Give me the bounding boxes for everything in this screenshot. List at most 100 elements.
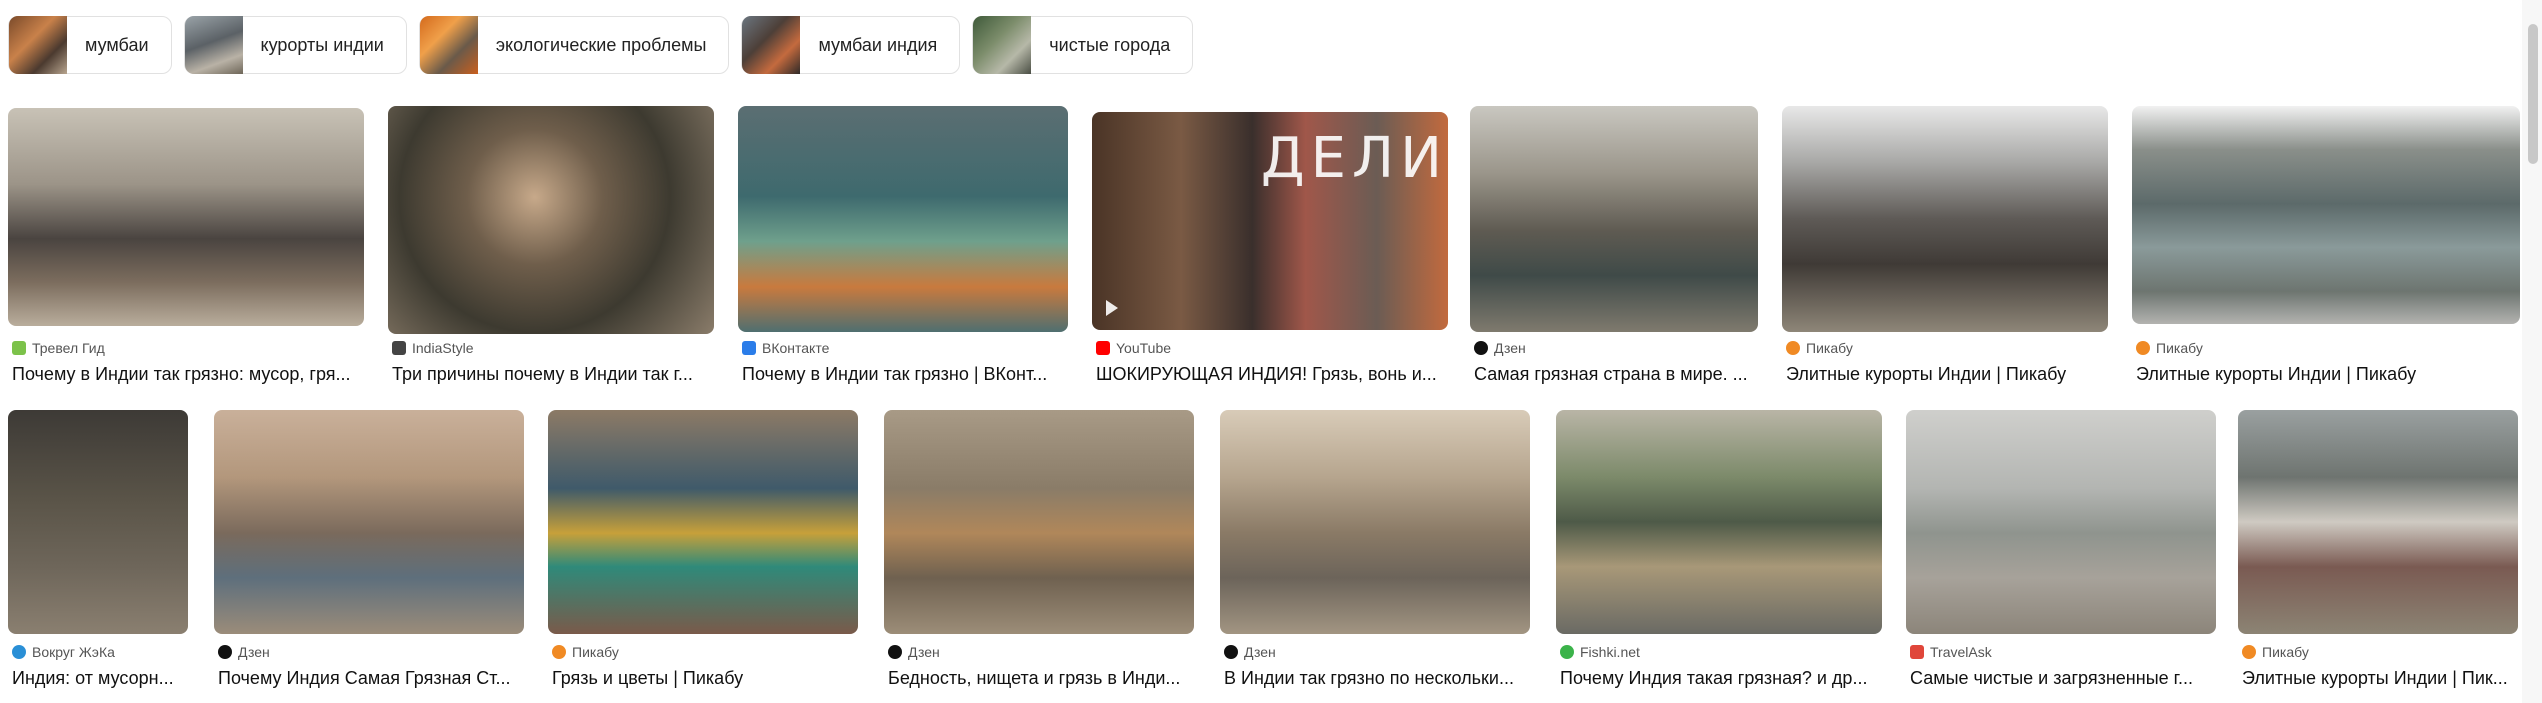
result-image [8,410,188,634]
result-source: Дзен [888,644,940,660]
result-source: Пикабу [2136,340,2203,356]
result-title[interactable]: Грязь и цветы | Пикабу [552,668,858,689]
result-image [2132,106,2520,324]
result-image [2238,410,2518,634]
image-result[interactable]: Пикабу Элитные курорты Индии | Пик... [2238,410,2518,694]
result-image [548,410,858,634]
result-image [8,108,364,326]
result-title[interactable]: В Индии так грязно по нескольки... [1224,668,1530,689]
site-favicon-icon [12,645,26,659]
source-name: Пикабу [2262,644,2309,660]
result-source: Дзен [1224,644,1276,660]
image-result[interactable]: Дзен Самая грязная страна в мире. ... [1470,106,1758,388]
site-favicon-icon [2242,645,2256,659]
chip-label: мумбаи [85,34,149,55]
site-favicon-icon [2136,341,2150,355]
result-source: Вокруг ЖэКа [12,644,115,660]
image-result[interactable]: Fishki.net Почему Индия такая грязная? и… [1556,410,1882,694]
chip-label: экологические проблемы [495,34,707,55]
source-name: IndiaStyle [412,340,474,356]
play-icon [1106,300,1118,316]
image-result[interactable]: TravelAsk Самые чистые и загрязненные г.… [1906,410,2216,694]
result-title[interactable]: Почему в Индии так грязно: мусор, гря... [12,364,364,385]
source-name: Дзен [238,644,270,660]
result-source: Дзен [218,644,270,660]
chip-clean-cities[interactable]: чистые города [972,16,1194,74]
result-title[interactable]: Индия: от мусорн... [12,668,188,689]
result-source: Fishki.net [1560,644,1640,660]
source-name: Пикабу [572,644,619,660]
image-result[interactable]: IndiaStyle Три причины почему в Индии та… [388,106,714,388]
source-name: Дзен [1494,340,1526,356]
scrollbar[interactable] [2522,0,2542,703]
chip-label: курорты индии [260,34,384,55]
site-favicon-icon [1224,645,1238,659]
image-result[interactable]: Дзен В Индии так грязно по нескольки... [1220,410,1530,694]
source-name: Тревел Гид [32,340,105,356]
source-name: YouTube [1116,340,1172,356]
source-name: Дзен [908,644,940,660]
result-title[interactable]: Элитные курорты Индии | Пик... [2242,668,2518,689]
site-favicon-icon [12,341,26,355]
site-favicon-icon [888,645,902,659]
result-image [884,410,1194,634]
chip-label: мумбаи индия [818,34,938,55]
site-favicon-icon [1910,645,1924,659]
image-result[interactable]: Пикабу Грязь и цветы | Пикабу [548,410,858,694]
result-image: ДЕЛИ [1092,112,1448,330]
image-result[interactable]: ВКонтакте Почему в Индии так грязно | ВК… [738,106,1068,388]
chip-thumbnail [9,16,67,74]
chip-label: чистые города [1049,34,1171,55]
result-image [388,106,714,334]
chip-mumbai[interactable]: мумбаи [8,16,172,74]
result-image [1556,410,1882,634]
result-source: TravelAsk [1910,644,1992,660]
chip-mumbai-india[interactable]: мумбаи индия [741,16,961,74]
result-source: Пикабу [1786,340,1853,356]
result-source: YouTube [1096,340,1171,356]
image-result[interactable]: Вокруг ЖэКа Индия: от мусорн... [8,410,188,694]
image-result[interactable]: Пикабу Элитные курорты Индии | Пикабу [1782,106,2108,388]
image-result[interactable]: Тревел Гид Почему в Индии так грязно: му… [8,108,364,388]
image-result[interactable]: Дзен Почему Индия Самая Грязная Ст... [214,410,524,694]
image-result[interactable]: ДЕЛИ YouTube ШОКИРУЮЩАЯ ИНДИЯ! Грязь, во… [1092,112,1448,388]
result-image [1782,106,2108,332]
image-result[interactable]: Пикабу Элитные курорты Индии | Пикабу [2132,106,2520,388]
chip-eco-problems[interactable]: экологические проблемы [418,16,730,74]
video-overlay-text: ДЕЛИ [1260,126,1448,191]
result-image [1220,410,1530,634]
scrollbar-thumb[interactable] [2528,24,2538,164]
chip-thumbnail [184,16,243,74]
chip-thumbnail [973,16,1032,74]
result-source: Пикабу [552,644,619,660]
source-name: Пикабу [2156,340,2203,356]
result-title[interactable]: Почему Индия Самая Грязная Ст... [218,668,524,689]
result-image [738,106,1068,332]
site-favicon-icon [742,341,756,355]
result-source: Дзен [1474,340,1526,356]
result-title[interactable]: Самая грязная страна в мире. ... [1474,364,1758,385]
chip-thumbnail [742,16,801,74]
site-favicon-icon [218,645,232,659]
result-title[interactable]: Почему в Индии так грязно | ВКонт... [742,364,1068,385]
result-title[interactable]: Три причины почему в Индии так г... [392,364,714,385]
source-name: Вокруг ЖэКа [32,644,115,660]
chip-thumbnail [419,16,478,74]
result-title[interactable]: Элитные курорты Индии | Пикабу [2136,364,2520,385]
site-favicon-icon [1560,645,1574,659]
source-name: ВКонтакте [762,340,830,356]
source-name: Fishki.net [1580,644,1640,660]
source-name: TravelAsk [1930,644,1992,660]
result-source: ВКонтакте [742,340,829,356]
result-image [214,410,524,634]
result-title[interactable]: Самые чистые и загрязненные г... [1910,668,2216,689]
source-name: Дзен [1244,644,1276,660]
chip-resorts-india[interactable]: курорты индии [183,16,407,74]
site-favicon-icon [392,341,406,355]
result-title[interactable]: Бедность, нищета и грязь в Инди... [888,668,1194,689]
result-image [1906,410,2216,634]
result-title[interactable]: Почему Индия такая грязная? и др... [1560,668,1882,689]
result-title[interactable]: ШОКИРУЮЩАЯ ИНДИЯ! Грязь, вонь и... [1096,364,1448,385]
image-result[interactable]: Дзен Бедность, нищета и грязь в Инди... [884,410,1194,694]
result-title[interactable]: Элитные курорты Индии | Пикабу [1786,364,2108,385]
